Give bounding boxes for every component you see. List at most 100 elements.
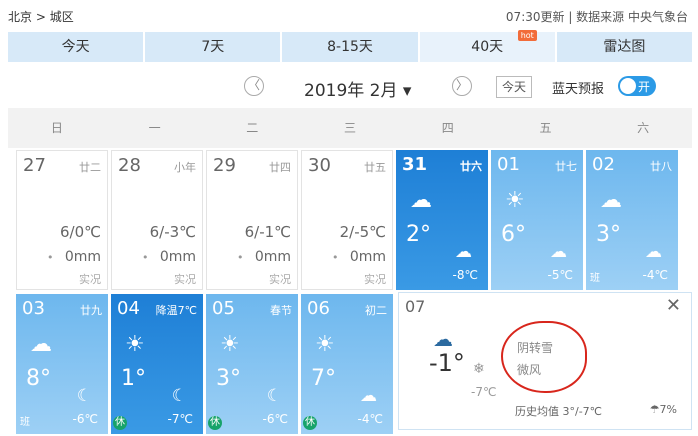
day-number: 02 [592, 154, 615, 175]
weekday-thu: 四 [441, 121, 454, 135]
day-cell[interactable]: 05 春节 ☀ 3° ☾ -6℃ 休 [206, 294, 298, 434]
raindrop-icon: • [332, 251, 339, 264]
moon-icon: ☾ [171, 386, 187, 406]
lunar-date: 廿八 [650, 160, 672, 173]
day-cell[interactable]: 28 小年 6/-3℃ • 0mm 实况 [111, 150, 203, 290]
raindrop-icon: • [47, 251, 54, 264]
precipitation: 0mm [159, 249, 196, 265]
high-temp: 8° [26, 366, 51, 391]
weekday-tue: 二 [246, 121, 259, 135]
historical-average: 历史均值 3°/-7℃ [515, 405, 603, 418]
night-cloud-icon: ☁ [550, 242, 567, 262]
detail-day-number: 07 [405, 297, 426, 316]
weekday-wed: 三 [344, 121, 357, 135]
lunar-date: 廿六 [460, 160, 482, 173]
detail-wind: 微风 [517, 363, 542, 377]
high-temp: 6° [501, 222, 526, 247]
day-number: 05 [212, 298, 235, 319]
sun-icon: ☀ [125, 332, 145, 357]
night-cloud-icon: ☁ [360, 386, 377, 406]
precipitation: 0mm [254, 249, 291, 265]
holiday-badge: 休 [208, 416, 222, 430]
precipitation: 0mm [64, 249, 101, 265]
weekday-mon: 一 [148, 121, 161, 135]
temp-range: 6/-1℃ [244, 223, 291, 241]
close-icon[interactable]: ✕ [666, 295, 681, 316]
low-temp: -7℃ [167, 412, 193, 426]
precip-probability-value: 7% [659, 403, 677, 416]
cloudy-icon: ☁ [410, 188, 432, 213]
blue-sky-toggle[interactable]: 开 [618, 76, 656, 96]
weekday-header: 日 一 二 三 四 五 六 [8, 108, 692, 148]
district-label[interactable]: 城区 [50, 10, 74, 24]
tab-7-days[interactable]: 7天 [145, 32, 283, 62]
actual-label: 实况 [174, 273, 196, 286]
lunar-date: 廿五 [364, 161, 386, 174]
actual-label: 实况 [364, 273, 386, 286]
cloudy-icon: ☁ [600, 188, 622, 213]
day-cell[interactable]: 30 廿五 2/-5℃ • 0mm 实况 [301, 150, 393, 290]
day-cell-today[interactable]: 31 廿六 ☁ 2° ☁ -8℃ [396, 150, 488, 290]
night-cloud-icon: ☁ [645, 242, 662, 262]
weekday-sun: 日 [50, 121, 63, 135]
day-cell[interactable]: 06 初二 ☀ 7° ☁ -4℃ 休 [301, 294, 393, 434]
temp-range: 6/-3℃ [149, 223, 196, 241]
day-cell[interactable]: 29 廿四 6/-1℃ • 0mm 实况 [206, 150, 298, 290]
low-temp: -6℃ [72, 412, 98, 426]
detail-weather: 阴转雪 [517, 341, 554, 355]
moon-icon: ☾ [266, 386, 282, 406]
day-number: 01 [497, 154, 520, 175]
moon-icon: ☾ [76, 386, 92, 406]
tab-today[interactable]: 今天 [8, 32, 146, 62]
blue-sky-forecast-label: 蓝天预报 [552, 82, 605, 97]
day-cell[interactable]: 04 降温7℃ ☀ 1° ☾ -7℃ 休 [111, 294, 203, 434]
night-cloud-icon: ☁ [455, 242, 472, 262]
temp-range: 6/0℃ [60, 223, 101, 241]
high-temp: 3° [216, 366, 241, 391]
day-cell[interactable]: 02 廿八 ☁ 3° ☁ -4℃ 班 [586, 150, 678, 290]
actual-label: 实况 [79, 273, 101, 286]
lunar-date: 春节 [270, 304, 292, 317]
precipitation: 0mm [349, 249, 386, 265]
hot-badge: hot [517, 30, 537, 41]
precip-probability: ☂7% [650, 403, 677, 416]
location-breadcrumb[interactable]: 北京 > 城区 [8, 8, 74, 25]
low-temp: -6℃ [262, 412, 288, 426]
cloudy-icon: ☁ [433, 327, 453, 351]
day-number: 28 [118, 155, 141, 176]
day-number: 06 [307, 298, 330, 319]
raindrop-icon: • [142, 251, 149, 264]
workday-badge: 班 [590, 273, 600, 284]
sun-icon: ☀ [315, 332, 335, 357]
red-circle-annotation [501, 321, 587, 393]
day-number: 27 [23, 155, 46, 176]
day-cell[interactable]: 27 廿二 6/0℃ • 0mm 实况 [16, 150, 108, 290]
detail-high-temp: -1° [429, 349, 465, 377]
next-month-button[interactable]: 〉 [452, 76, 472, 96]
lunar-date: 小年 [174, 161, 196, 174]
tab-radar[interactable]: 雷达图 [556, 32, 693, 62]
lunar-date: 廿九 [80, 304, 102, 317]
prev-month-button[interactable]: 〈 [244, 76, 264, 96]
low-temp: -8℃ [452, 268, 478, 282]
low-temp: -4℃ [357, 412, 383, 426]
weekday-sat: 六 [637, 121, 650, 135]
toggle-knob [620, 78, 636, 94]
breadcrumb-separator: > [35, 10, 46, 24]
tab-40-days-label: 40天 [471, 39, 504, 55]
day-cell[interactable]: 01 廿七 ☀ 6° ☁ -5℃ [491, 150, 583, 290]
month-navigation: 〈 2019年 2月 ▾ 〉 今天 蓝天预报 开 [8, 66, 692, 108]
tab-40-days[interactable]: 40天 hot [419, 30, 557, 62]
city-label[interactable]: 北京 [8, 10, 32, 24]
day-cell[interactable]: 03 廿九 ☁ 8° ☾ -6℃ 班 [16, 294, 108, 434]
rain-chance-icon: ☂ [649, 403, 660, 416]
tab-8-15-days[interactable]: 8-15天 [282, 32, 420, 62]
month-selector[interactable]: 2019年 2月 ▾ [304, 76, 411, 101]
cooling-alert: 降温7℃ [155, 304, 197, 317]
high-temp: 1° [121, 366, 146, 391]
actual-label: 实况 [269, 273, 291, 286]
lunar-date: 廿七 [555, 160, 577, 173]
sun-icon: ☀ [505, 188, 525, 213]
today-button[interactable]: 今天 [496, 76, 532, 98]
toggle-label: 开 [637, 80, 650, 94]
